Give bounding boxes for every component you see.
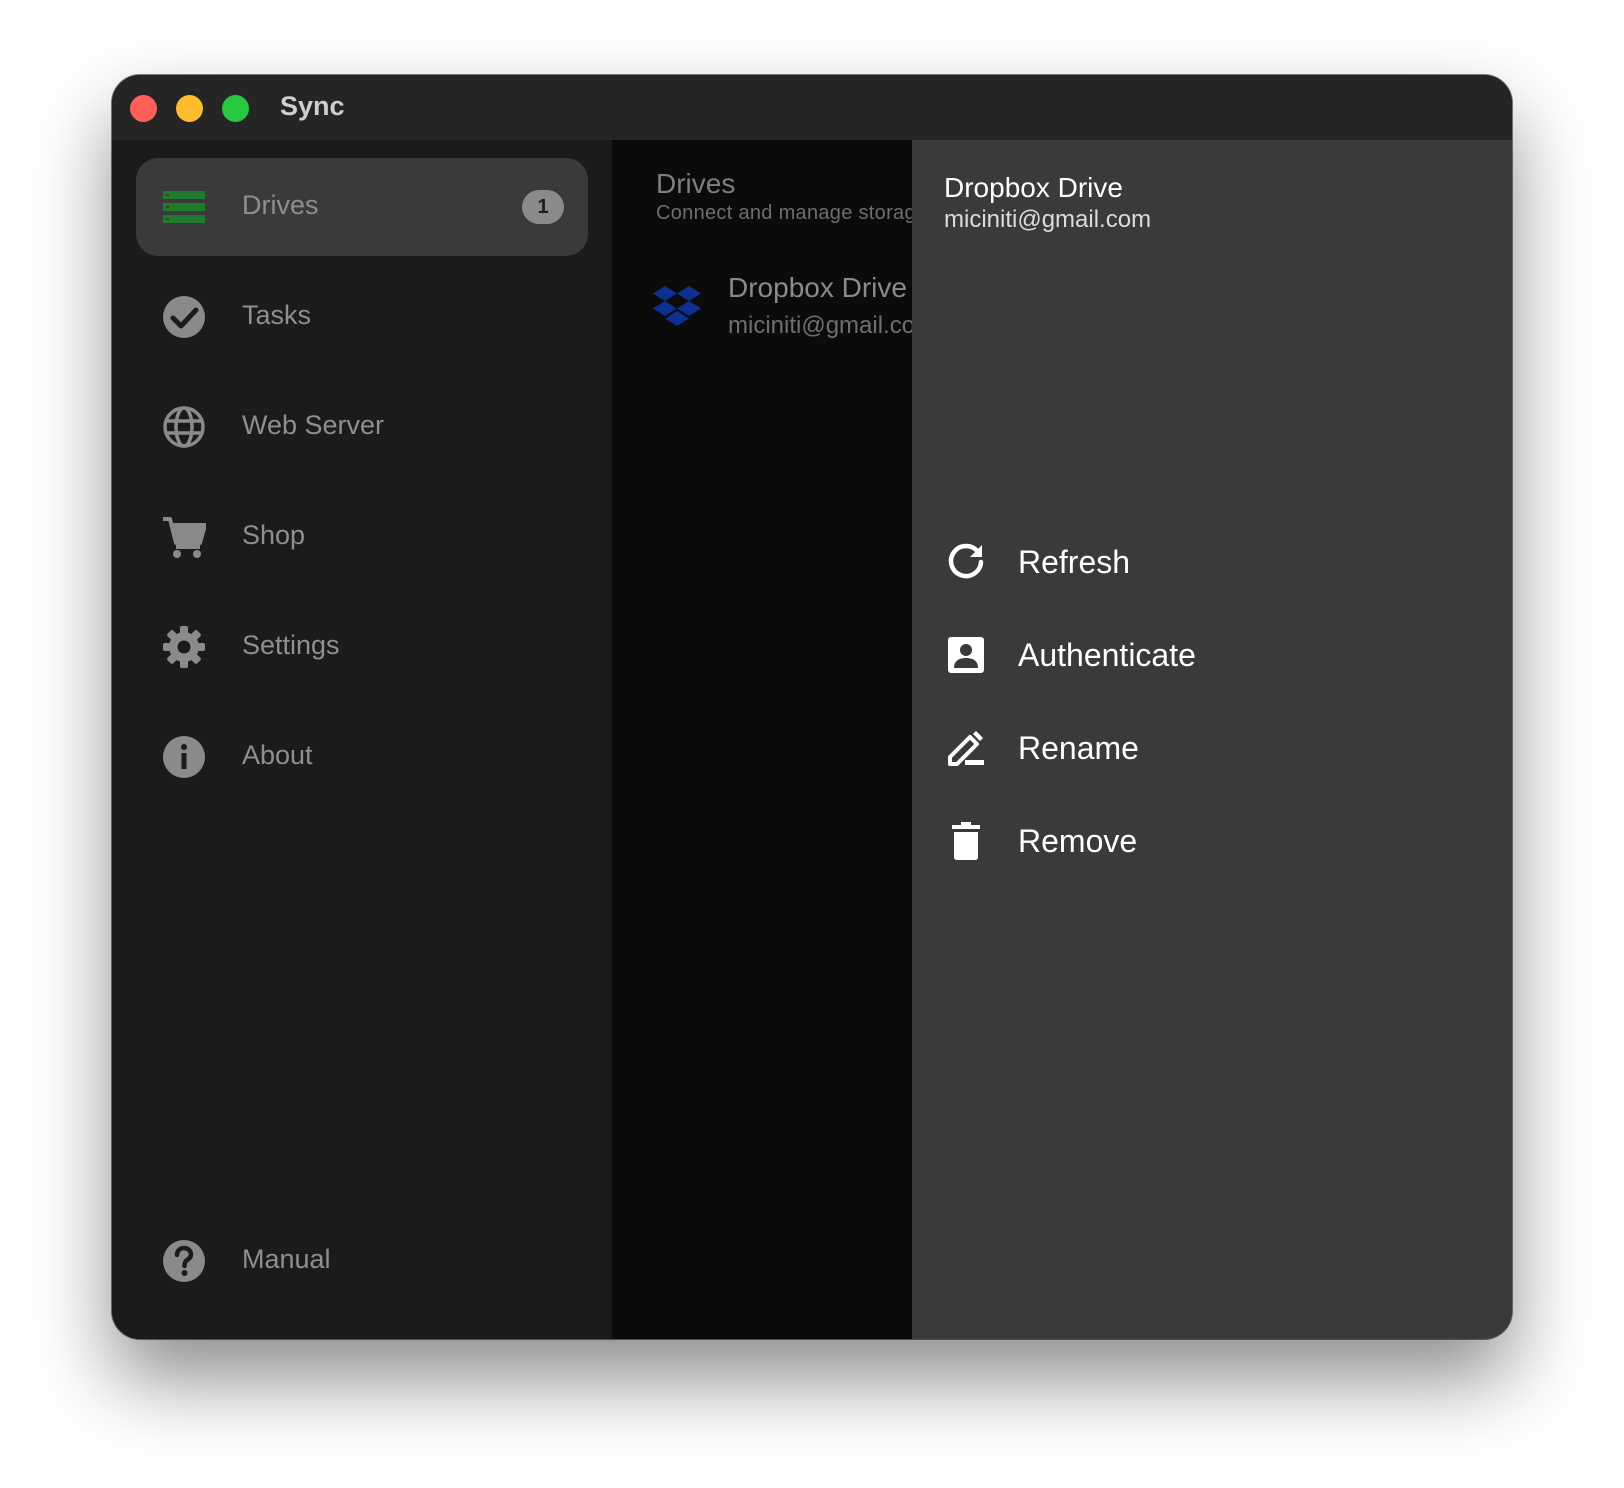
dropbox-icon — [653, 286, 701, 326]
drive-email: miciniti@gmail.com — [728, 312, 912, 339]
check-circle-icon — [163, 296, 205, 338]
drive-list-item[interactable]: Dropbox Drive miciniti@gmail.com — [612, 260, 912, 350]
refresh-button[interactable]: Refresh — [912, 522, 1512, 602]
action-label: Authenticate — [1018, 637, 1196, 673]
panel-subtitle: miciniti@gmail.com — [944, 206, 1152, 233]
sidebar-item-label: Shop — [242, 520, 306, 550]
globe-icon — [163, 406, 205, 448]
drive-name: Dropbox Drive — [728, 272, 907, 303]
sidebar-item-web-server[interactable]: Web Server — [136, 378, 588, 476]
sidebar-item-drives[interactable]: Drives 1 — [136, 158, 588, 256]
authenticate-button[interactable]: Authenticate — [912, 615, 1512, 695]
sidebar-item-label: Manual — [242, 1244, 331, 1274]
drive-actions-panel: Dropbox Drive miciniti@gmail.com Refresh… — [912, 140, 1512, 1339]
title-bar: Sync — [112, 75, 1512, 140]
sidebar: Drives 1 Tasks Web Server Shop Settings … — [112, 140, 612, 1339]
maximize-window-button[interactable] — [222, 95, 249, 122]
close-window-button[interactable] — [130, 95, 157, 122]
panel-title: Dropbox Drive — [944, 172, 1123, 203]
drives-icon — [163, 191, 205, 223]
rename-button[interactable]: Rename — [912, 708, 1512, 788]
drives-list-pane: Drives Connect and manage storage Dropbo… — [612, 140, 912, 1339]
sidebar-item-label: Settings — [242, 630, 340, 660]
sidebar-item-settings[interactable]: Settings — [136, 598, 588, 696]
sidebar-item-tasks[interactable]: Tasks — [136, 268, 588, 366]
sidebar-item-label: Drives — [242, 190, 319, 220]
page-subtitle: Connect and manage storage — [656, 202, 912, 224]
info-icon — [163, 736, 205, 778]
sidebar-item-label: Tasks — [242, 300, 312, 330]
rename-icon — [948, 731, 984, 766]
sidebar-item-shop[interactable]: Shop — [136, 488, 588, 586]
app-title: Sync — [280, 91, 345, 121]
minimize-window-button[interactable] — [176, 95, 203, 122]
trash-icon — [952, 822, 980, 860]
remove-button[interactable]: Remove — [912, 801, 1512, 881]
action-label: Refresh — [1018, 544, 1131, 580]
sidebar-item-manual[interactable]: Manual — [136, 1212, 588, 1310]
cart-icon — [163, 517, 206, 558]
sidebar-item-label: Web Server — [242, 410, 385, 440]
refresh-icon — [948, 543, 984, 579]
drives-count-badge: 1 — [522, 190, 564, 224]
app-window: Sync Drives 1 Tasks Web Server Shop Sett… — [112, 75, 1512, 1339]
page-title: Drives — [656, 168, 736, 199]
action-label: Rename — [1018, 730, 1139, 766]
action-label: Remove — [1018, 823, 1138, 859]
sidebar-item-label: About — [242, 740, 313, 770]
help-icon — [163, 1240, 205, 1282]
sidebar-item-about[interactable]: About — [136, 708, 588, 806]
account-box-icon — [948, 637, 984, 673]
gear-icon — [163, 626, 205, 668]
